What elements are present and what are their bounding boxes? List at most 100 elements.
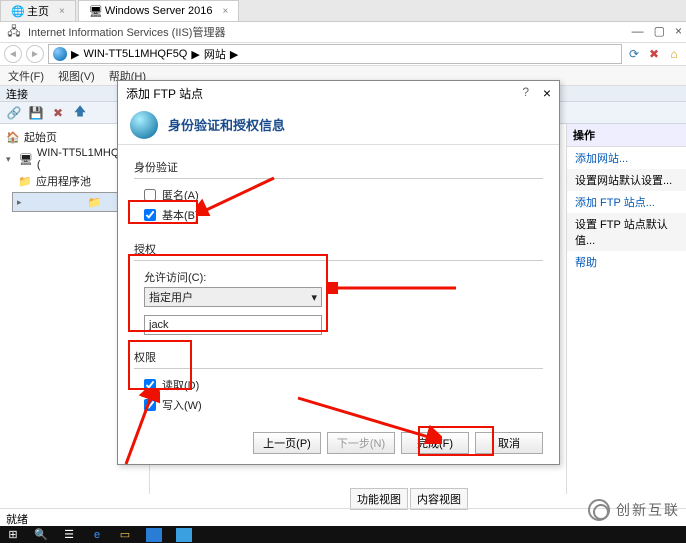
iis-title-text: Internet Information Services (IIS)管理器: [28, 24, 225, 40]
basic-label: 基本(B): [162, 207, 199, 223]
watermark-logo-icon: [588, 499, 610, 521]
delete-icon[interactable]: ✖: [50, 105, 66, 121]
connect-icon[interactable]: 🔗: [6, 105, 22, 121]
tree-apppool-label: 应用程序池: [36, 173, 91, 189]
prev-button[interactable]: 上一页(P): [253, 432, 321, 454]
expander-icon[interactable]: ▾: [6, 154, 15, 165]
action-set-ftp-defaults[interactable]: 设置 FTP 站点默认值...: [567, 213, 686, 251]
orb-icon: [53, 47, 67, 61]
nav-fwd-icon[interactable]: ►: [26, 45, 44, 63]
view-content[interactable]: 内容视图: [410, 488, 468, 510]
anon-checkbox[interactable]: 匿名(A): [144, 187, 543, 203]
allow-dropdown[interactable]: 指定用户 ▾: [144, 287, 322, 307]
folder-icon: 📁: [88, 195, 102, 209]
expander-icon[interactable]: ▸: [17, 197, 26, 208]
tab-active[interactable]: 🖥 Windows Server 2016 ×: [78, 0, 239, 21]
help-icon[interactable]: ?: [522, 85, 529, 99]
dialog-heading: 身份验证和授权信息: [168, 115, 285, 134]
actions-pane: 操作 添加网站... 设置网站默认设置... 添加 FTP 站点... 设置 F…: [566, 124, 686, 494]
write-checkbox[interactable]: 写入(W): [144, 397, 543, 413]
write-checkbox-input[interactable]: [144, 399, 156, 411]
pool-icon: 📁: [18, 174, 32, 188]
anon-checkbox-input[interactable]: [144, 189, 156, 201]
maximize-icon[interactable]: ▢: [654, 24, 665, 38]
close-icon[interactable]: ×: [222, 6, 228, 17]
user-input-value: jack: [149, 319, 169, 331]
divider: [134, 260, 543, 261]
dialog-titlebar: 添加 FTP 站点 ? ×: [118, 81, 559, 105]
allow-selected: 指定用户: [149, 289, 193, 305]
close-icon[interactable]: ×: [543, 85, 551, 101]
tab-home[interactable]: 🌐 主页 ×: [0, 0, 76, 21]
up-icon[interactable]: 🡅: [72, 105, 88, 121]
search-icon[interactable]: 🔍: [34, 528, 48, 542]
ftp-dialog: 添加 FTP 站点 ? × 身份验证和授权信息 身份验证 匿名(A) 基本(B)…: [117, 80, 560, 465]
read-label: 读取(D): [162, 377, 199, 393]
read-checkbox[interactable]: 读取(D): [144, 377, 543, 393]
user-input[interactable]: jack: [144, 315, 322, 335]
iis-titlebar: 🖧 Internet Information Services (IIS)管理器…: [0, 22, 686, 42]
anon-label: 匿名(A): [162, 187, 199, 203]
dialog-title: 添加 FTP 站点: [126, 85, 203, 102]
server-icon: 🖥: [89, 5, 101, 17]
home-icon[interactable]: ⌂: [666, 46, 682, 62]
basic-checkbox-input[interactable]: [144, 209, 156, 221]
app-icon[interactable]: [176, 528, 192, 542]
save-icon[interactable]: 💾: [28, 105, 44, 121]
chevron-down-icon: ▾: [311, 291, 317, 304]
divider: [134, 178, 543, 179]
basic-checkbox[interactable]: 基本(B): [144, 207, 543, 223]
action-add-site[interactable]: 添加网站...: [567, 147, 686, 169]
bc-sep: ▶: [191, 48, 199, 61]
cancel-button[interactable]: 取消: [475, 432, 543, 454]
menu-file[interactable]: 文件(F): [8, 68, 44, 84]
auth-group-label: 身份验证: [134, 159, 543, 175]
authz-group-label: 授权: [134, 241, 543, 257]
taskbar: ⊞ 🔍 ☰ e ▭: [0, 526, 686, 543]
iis-icon: 🖧: [6, 24, 22, 40]
view-features[interactable]: 功能视图: [350, 488, 408, 510]
taskview-icon[interactable]: ☰: [62, 528, 76, 542]
explorer-icon[interactable]: ▭: [118, 528, 132, 542]
windows-icon[interactable]: ⊞: [6, 528, 20, 542]
close-icon[interactable]: ×: [675, 24, 682, 38]
read-checkbox-input[interactable]: [144, 379, 156, 391]
server-icon: 🖥: [19, 152, 33, 166]
bc-node: 网站: [204, 46, 226, 62]
nav-back-icon[interactable]: ◄: [4, 45, 22, 63]
actions-header: 操作: [567, 124, 686, 147]
perm-group-label: 权限: [134, 349, 543, 365]
bc-sep: ▶: [230, 48, 238, 61]
stop-icon[interactable]: ✖: [646, 46, 662, 62]
dialog-body: 身份验证 匿名(A) 基本(B) 授权 允许访问(C): 指定用户 ▾ jack…: [118, 145, 559, 429]
watermark-text: 创新互联: [616, 500, 680, 520]
finish-button[interactable]: 完成(F): [401, 432, 469, 454]
allow-label: 允许访问(C):: [144, 269, 543, 285]
globe-icon: 🌐: [11, 5, 23, 17]
next-button: 下一步(N): [327, 432, 395, 454]
action-help[interactable]: 帮助: [567, 251, 686, 273]
watermark: 创新互联: [588, 499, 680, 521]
write-label: 写入(W): [162, 397, 202, 413]
edge-icon[interactable]: e: [90, 528, 104, 542]
app-icon[interactable]: [146, 528, 162, 542]
divider: [134, 368, 543, 369]
tab-active-label: Windows Server 2016: [105, 5, 213, 17]
action-set-defaults[interactable]: 设置网站默认设置...: [567, 169, 686, 191]
dialog-footer: 上一页(P) 下一步(N) 完成(F) 取消: [253, 432, 543, 454]
menu-view[interactable]: 视图(V): [58, 68, 95, 84]
tab-home-label: 主页: [27, 3, 49, 19]
action-add-ftp[interactable]: 添加 FTP 站点...: [567, 191, 686, 213]
bc-sep: ▶: [71, 48, 79, 61]
close-icon[interactable]: ×: [59, 6, 65, 17]
tree-start-label: 起始页: [24, 129, 57, 145]
minimize-icon[interactable]: —: [632, 24, 644, 38]
bc-server: WIN-TT5L1MHQF5Q: [83, 48, 187, 60]
refresh-icon[interactable]: ⟳: [626, 46, 642, 62]
breadcrumb[interactable]: ▶ WIN-TT5L1MHQF5Q ▶ 网站 ▶: [48, 44, 622, 64]
view-tabs: 功能视图 内容视图: [350, 488, 468, 510]
home-icon: 🏠: [6, 130, 20, 144]
status-bar: 就绪: [0, 508, 686, 526]
globe-icon: [130, 111, 158, 139]
dialog-header: 身份验证和授权信息: [118, 105, 559, 145]
